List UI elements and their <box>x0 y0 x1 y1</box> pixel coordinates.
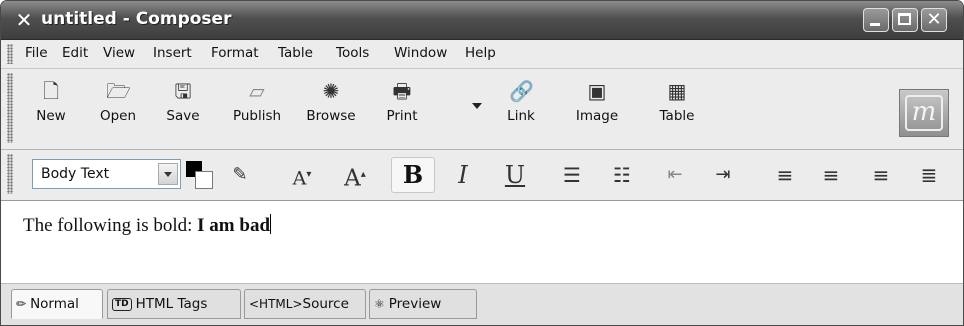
menu-tools[interactable]: Tools <box>336 45 369 61</box>
publish-button[interactable]: ▱ Publish <box>225 79 289 141</box>
justify-icon[interactable]: ≣ <box>915 161 943 189</box>
image-icon: ▣ <box>587 79 607 103</box>
minimize-button[interactable] <box>863 8 889 32</box>
save-button[interactable]: 🖫 Save <box>161 79 205 141</box>
open-folder-icon: 🗁 <box>106 79 131 103</box>
bold-icon: B <box>402 160 424 189</box>
image-button[interactable]: ▣ Image <box>569 79 625 141</box>
close-button[interactable]: ✕ <box>921 8 947 32</box>
preview-icon: ⚛ <box>374 297 385 311</box>
align-center-icon[interactable]: ≡ <box>817 161 845 189</box>
format-toolbar: Body Text ✎ A▾ A▴ B I U ☰ ☷ ⇤ ⇥ ≡ ≡ ≡ ≣ <box>1 150 963 201</box>
menubar-grip[interactable] <box>7 44 13 64</box>
composition-toolbar: 🗋 New 🗁 Open 🖫 Save ▱ Publish ✺ Browse 🖶… <box>1 69 963 150</box>
composer-app-icon: ✕ <box>15 8 33 32</box>
text-caret <box>270 214 272 234</box>
new-document-icon: 🗋 <box>42 79 60 103</box>
chevron-down-icon[interactable] <box>158 163 178 185</box>
indent-icon[interactable]: ⇥ <box>709 161 737 189</box>
larger-font-icon[interactable]: A▴ <box>341 161 369 192</box>
menu-help[interactable]: Help <box>465 45 496 61</box>
open-button[interactable]: 🗁 Open <box>95 79 141 141</box>
td-tag-icon: TD <box>112 297 132 311</box>
bold-text: I am bad <box>197 215 271 236</box>
menu-view[interactable]: View <box>103 45 135 61</box>
menu-file[interactable]: File <box>25 45 48 61</box>
composer-window: ✕ untitled - Composer ✕ File Edit View I… <box>0 0 964 326</box>
tab-html-tags[interactable]: TD HTML Tags <box>107 289 241 319</box>
printer-icon: 🖶 <box>392 79 412 103</box>
link-chain-icon: 🔗 <box>509 79 534 103</box>
tab-normal[interactable]: ✏ Normal <box>11 289 103 319</box>
toolbar-grip[interactable] <box>7 73 13 143</box>
close-icon: ✕ <box>926 9 942 30</box>
outdent-icon[interactable]: ⇤ <box>661 161 689 189</box>
table-button[interactable]: ▦ Table <box>653 79 701 141</box>
link-button[interactable]: 🔗 Link <box>501 79 541 141</box>
table-grid-icon: ▦ <box>667 79 687 103</box>
print-dropdown-arrow-icon[interactable] <box>472 103 482 109</box>
numbered-list-icon[interactable]: ☷ <box>608 161 636 189</box>
window-title: untitled - Composer <box>41 9 232 29</box>
align-right-icon[interactable]: ≡ <box>867 161 895 189</box>
pencil-icon: ✏ <box>16 297 27 311</box>
menu-edit[interactable]: Edit <box>62 45 88 61</box>
background-color-swatch[interactable] <box>195 171 213 189</box>
highlight-color-icon[interactable]: ✎ <box>226 161 254 189</box>
text-color-picker[interactable] <box>185 158 219 190</box>
menu-window[interactable]: Window <box>394 45 447 61</box>
save-disk-icon: 🖫 <box>174 79 192 103</box>
bullet-list-icon[interactable]: ☰ <box>558 161 586 189</box>
italic-icon[interactable]: I <box>449 161 477 189</box>
tab-preview[interactable]: ⚛ Preview <box>369 289 477 319</box>
align-left-icon[interactable]: ≡ <box>771 161 799 189</box>
maximize-icon <box>898 13 911 25</box>
paragraph-style-select[interactable]: Body Text <box>32 159 181 189</box>
new-button[interactable]: 🗋 New <box>31 79 71 141</box>
menu-bar: File Edit View Insert Format Table Tools… <box>1 40 963 69</box>
bold-button[interactable]: B <box>391 157 435 193</box>
browse-globe-icon: ✺ <box>322 79 340 103</box>
html-tag-icon: <HTML> <box>249 297 303 311</box>
publish-icon: ▱ <box>249 79 265 103</box>
title-bar[interactable]: ✕ untitled - Composer ✕ <box>1 1 963 40</box>
minimize-icon <box>870 23 880 26</box>
print-button[interactable]: 🖶 Print <box>375 79 429 141</box>
paragraph-style-value: Body Text <box>41 166 110 182</box>
edit-mode-tabs: ✏ Normal TD HTML Tags <HTML>Source ⚛ Previe… <box>1 283 963 325</box>
composer-logo[interactable]: m <box>899 89 949 137</box>
menu-table[interactable]: Table <box>278 45 313 61</box>
menu-insert[interactable]: Insert <box>153 45 192 61</box>
smaller-font-icon[interactable]: A▾ <box>288 161 316 189</box>
tab-source[interactable]: <HTML>Source <box>244 289 366 319</box>
editor-content[interactable]: The following is bold: I am bad <box>23 214 272 237</box>
underline-icon[interactable]: U <box>501 161 529 189</box>
formatbar-grip[interactable] <box>7 154 13 194</box>
browse-button[interactable]: ✺ Browse <box>301 79 361 141</box>
menu-format[interactable]: Format <box>211 45 259 61</box>
throbber-m-icon: m <box>905 95 943 131</box>
plain-text: The following is bold: <box>23 215 198 236</box>
editor-area[interactable]: The following is bold: I am bad <box>1 201 963 283</box>
maximize-button[interactable] <box>892 8 918 32</box>
